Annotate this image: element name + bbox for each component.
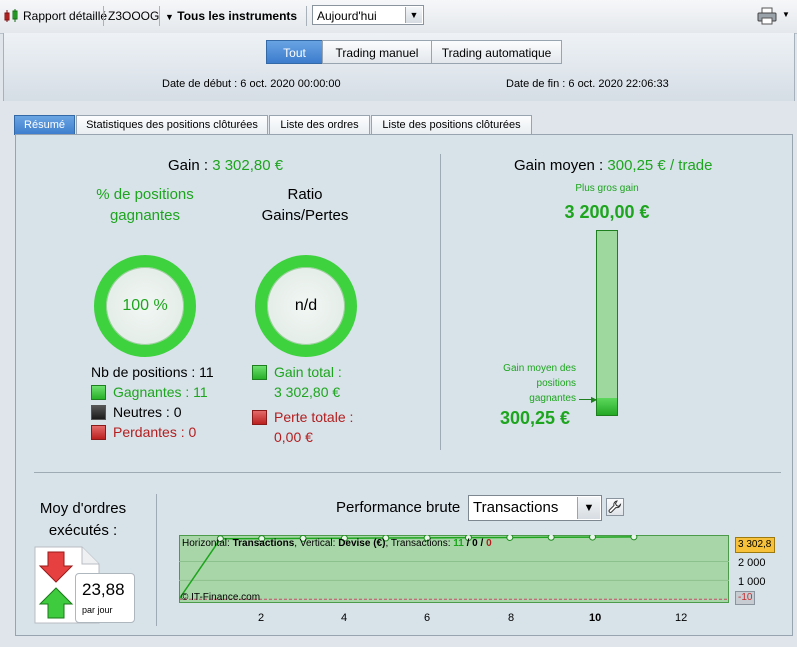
chart-info-sep1: / (463, 538, 473, 549)
win-pct-gauge: 100 % (94, 255, 196, 357)
x-tick-label: 8 (508, 612, 515, 624)
chart-info-mid: , Vertical: (294, 538, 339, 549)
win-pct-value: 100 % (122, 297, 168, 314)
losing-count: Perdantes : 0 (113, 424, 197, 440)
chart-info-sep2: / (477, 538, 487, 549)
performance-select[interactable]: Transactions ▼ (468, 495, 602, 521)
chart-copyright: © IT-Finance.com (181, 592, 261, 603)
instruments-dropdown[interactable]: ▼ Tous les instruments (165, 8, 297, 25)
dropdown-arrow-icon[interactable]: ▼ (782, 10, 790, 19)
neutral-swatch (91, 405, 106, 420)
chart-info-win: 11 (453, 538, 464, 549)
chart-info: Horizontal: Transactions, Vertical: Devi… (182, 538, 492, 549)
avg-gain-value: 300,25 € / trade (607, 157, 713, 174)
end-date-value: 6 oct. 2020 22:06:33 (568, 78, 669, 90)
wrench-icon (608, 500, 622, 513)
x-tick-label: 2 (258, 612, 265, 624)
avg-gain-label: Gain moyen : (514, 157, 604, 174)
report-detail-button[interactable]: Rapport détaillé (23, 8, 107, 24)
x-tick-label: 4 (341, 612, 348, 624)
losing-swatch (91, 425, 106, 440)
ratio-value: n/d (294, 297, 318, 314)
avg-win-label: Gain moyen des positions gagnantes (503, 363, 576, 404)
toolbar-separator (159, 6, 160, 26)
gain-bar (596, 230, 618, 416)
arrow-right-icon: ▶ (591, 395, 598, 404)
gain-total-label: Gain total : (274, 364, 342, 380)
avg-orders-value: 23,88 (82, 580, 125, 599)
ratio-gauge: n/d (255, 255, 357, 357)
last-value-badge: 3 302,8 (735, 537, 775, 553)
avg-orders-box: 23,88 par jour (75, 573, 135, 623)
avg-gain-bar-fill (597, 398, 617, 415)
start-date-label: Date de début : (162, 78, 238, 90)
start-date: Date de début : 6 oct. 2020 00:00:00 (162, 78, 341, 90)
end-date-label: Date de fin : (506, 78, 566, 90)
avg-orders-unit: par jour (82, 605, 113, 615)
section-divider (34, 472, 781, 473)
gain-total-value: 3 302,80 € (274, 384, 341, 400)
data-point[interactable] (506, 535, 514, 541)
print-icon[interactable] (757, 7, 777, 25)
filter-manual-button[interactable]: Trading manuel (322, 40, 432, 64)
tab-closed-stats[interactable]: Statistiques des positions clôturées (76, 115, 268, 135)
win-pct-label: % de positions gagnantes (96, 186, 194, 224)
x-tick-label: 6 (424, 612, 431, 624)
data-point[interactable] (589, 535, 597, 541)
winning-swatch (91, 385, 106, 400)
instruments-label: Tous les instruments (177, 9, 298, 23)
tab-closed-positions[interactable]: Liste des positions clôturées (371, 115, 532, 135)
gain-value: 3 302,80 € (212, 157, 284, 174)
min-value-badge: -10 (735, 591, 755, 605)
y-tick-label: 1 000 (738, 576, 766, 588)
performance-label: Performance brute (336, 499, 461, 516)
filter-auto-button[interactable]: Trading automatique (431, 40, 562, 64)
tab-summary[interactable]: Résumé (14, 115, 75, 135)
max-gain-label: Plus gros gain (575, 183, 639, 194)
avg-orders-label: Moy d'ordres exécutés : (39, 500, 127, 539)
end-date: Date de fin : 6 oct. 2020 22:06:33 (506, 78, 669, 90)
chart-info-tx: , Transactions: (385, 538, 454, 549)
x-tick-label: 12 (675, 612, 688, 624)
data-point[interactable] (547, 535, 555, 541)
neutral-count: Neutres : 0 (113, 404, 182, 420)
data-point[interactable] (630, 535, 638, 541)
y-tick-label: 2 000 (738, 557, 766, 569)
loss-total-label: Perte totale : (274, 409, 354, 425)
chart-info-loss: 0 (486, 538, 492, 549)
performance-select-value: Transactions (473, 499, 559, 516)
toolbar-separator (103, 6, 104, 26)
max-gain-value: 3 200,00 € (564, 202, 650, 222)
period-select[interactable]: Aujourd'hui ▼ (312, 5, 424, 25)
chart-info-prefix: Horizontal: (182, 538, 233, 549)
dropdown-arrow-icon: ▼ (165, 12, 174, 22)
loss-total-value: 0,00 € (274, 429, 313, 445)
winning-count: Gagnantes : 11 (113, 384, 208, 400)
tab-orders[interactable]: Liste des ordres (269, 115, 370, 135)
gain-total-swatch (252, 365, 267, 380)
gain-summary: Gain : 3 302,80 € (168, 157, 283, 174)
period-value: Aujourd'hui (317, 9, 377, 23)
x-tick-label: 10 (589, 612, 602, 624)
loss-total-swatch (252, 410, 267, 425)
positions-count: Nb de positions : 11 (91, 364, 214, 380)
chevron-down-icon[interactable]: ▼ (405, 7, 422, 23)
avg-gain: Gain moyen : 300,25 € / trade (514, 157, 712, 174)
chart-info-horizontal: Transactions (232, 538, 295, 549)
gain-label: Gain : (168, 157, 209, 174)
panel-divider (440, 154, 441, 450)
filter-all-button[interactable]: Tout (266, 40, 323, 64)
start-date-value: 6 oct. 2020 00:00:00 (240, 78, 341, 90)
account-selector[interactable]: Z3OOOG (108, 8, 159, 24)
bottom-divider (156, 494, 157, 626)
report-icon (4, 8, 20, 24)
chart-info-vertical: Devise (€) (338, 538, 386, 549)
ratio-label: Ratio Gains/Pertes (261, 186, 349, 224)
settings-wrench-button[interactable] (606, 498, 624, 516)
avg-win-value: 300,25 € (500, 408, 571, 428)
toolbar-separator (306, 6, 307, 26)
chevron-down-icon[interactable]: ▼ (577, 497, 600, 519)
